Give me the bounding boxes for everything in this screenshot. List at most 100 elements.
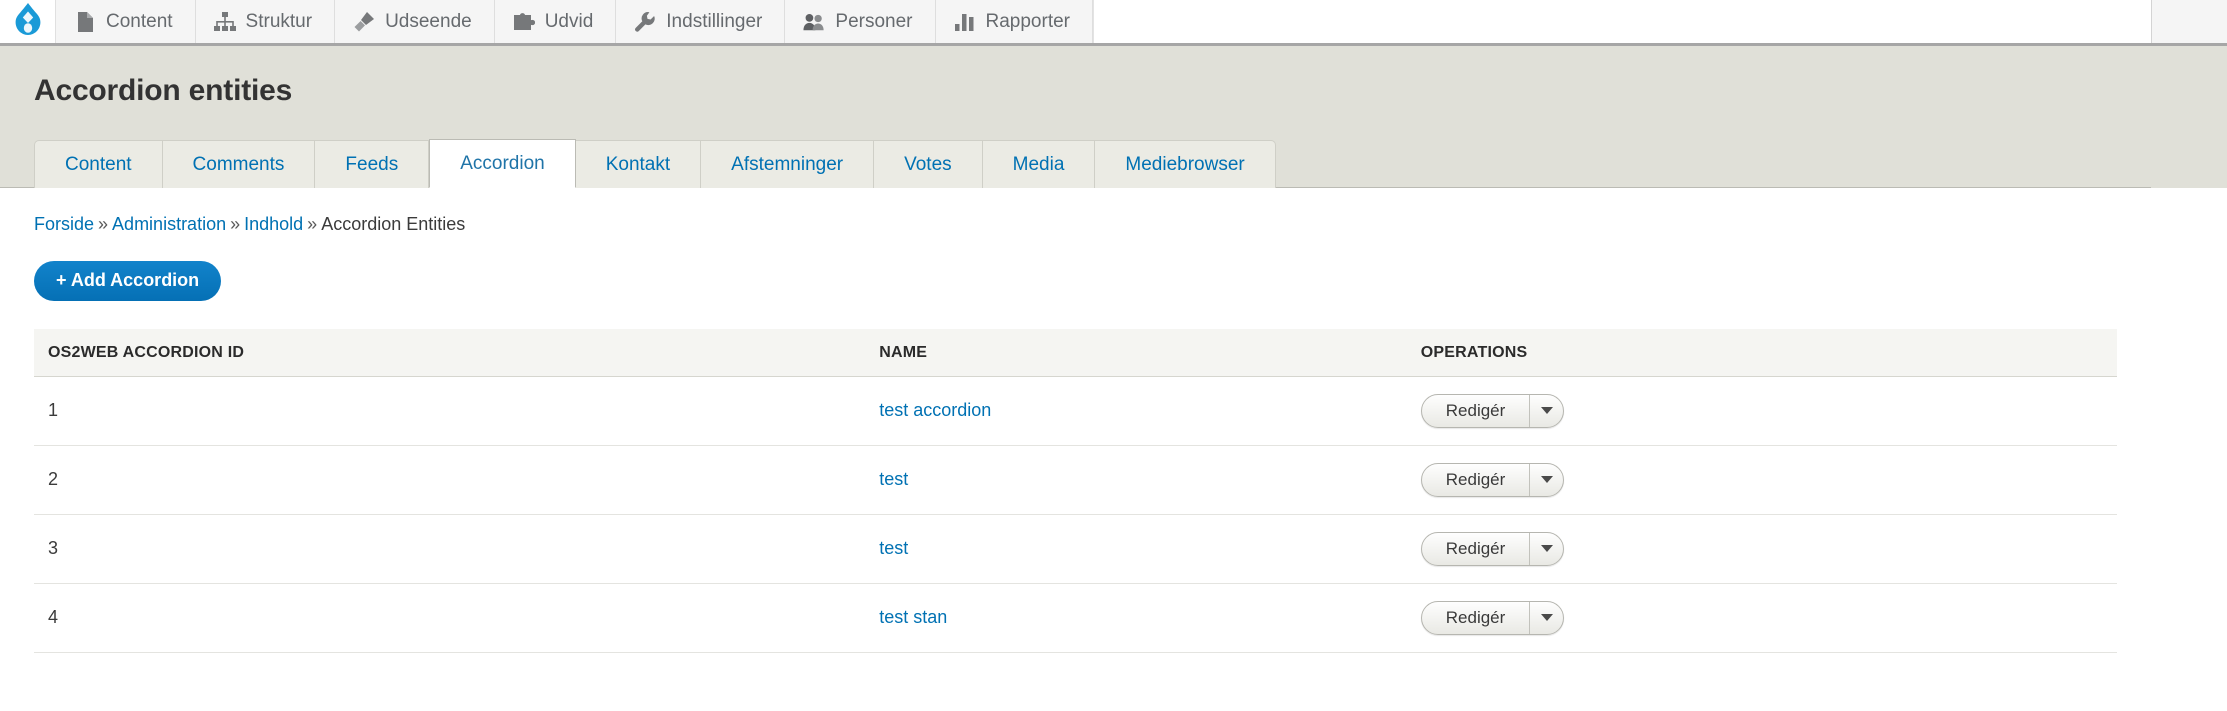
toolbar-spacer	[1093, 0, 2151, 43]
edit-button[interactable]: Redigér	[1422, 464, 1530, 496]
toolbar-item-label: Rapporter	[986, 11, 1071, 33]
toolbar-item-label: Personer	[835, 11, 912, 33]
tab-kontakt[interactable]: Kontakt	[576, 140, 701, 188]
toolbar-item-label: Udseende	[385, 11, 472, 33]
cell-name: test stan	[867, 583, 1409, 652]
chevron-down-icon	[1541, 614, 1553, 621]
main-content: Forside»Administration»Indhold»Accordion…	[0, 188, 2227, 653]
tab-label: Accordion	[460, 153, 545, 174]
paintbrush-icon	[353, 11, 375, 33]
tab-label: Votes	[904, 154, 952, 175]
column-header-operations: OPERATIONS	[1409, 329, 2117, 377]
tab-afstemninger[interactable]: Afstemninger	[701, 140, 874, 188]
accordion-entities-table: OS2WEB ACCORDION ID NAME OPERATIONS 1 tes…	[34, 329, 2117, 653]
operations-dropbutton: Redigér	[1421, 532, 1565, 566]
tab-feeds[interactable]: Feeds	[315, 140, 429, 188]
toolbar-item-label: Indstillinger	[666, 11, 762, 33]
bar-chart-icon	[954, 11, 976, 33]
breadcrumb-separator: »	[303, 214, 321, 234]
tab-label: Feeds	[345, 154, 398, 175]
column-header-id: OS2WEB ACCORDION ID	[34, 329, 867, 377]
table-header-row: OS2WEB ACCORDION ID NAME OPERATIONS	[34, 329, 2117, 377]
cell-operations: Redigér	[1409, 514, 2117, 583]
tab-label: Kontakt	[606, 154, 670, 175]
operations-dropbutton: Redigér	[1421, 463, 1565, 497]
tab-label: Mediebrowser	[1125, 154, 1244, 175]
people-icon	[803, 11, 825, 33]
edit-button[interactable]: Redigér	[1422, 602, 1530, 634]
cell-operations: Redigér	[1409, 445, 2117, 514]
breadcrumb-link-forside[interactable]: Forside	[34, 214, 94, 234]
breadcrumb-link-administration[interactable]: Administration	[112, 214, 226, 234]
operations-toggle-button[interactable]	[1529, 533, 1563, 565]
chevron-down-icon	[1541, 407, 1553, 414]
wrench-icon	[634, 11, 656, 33]
toolbar-item-udvid[interactable]: Udvid	[495, 0, 617, 43]
tab-media[interactable]: Media	[983, 140, 1096, 188]
toolbar-item-label: Struktur	[246, 11, 313, 33]
tab-content[interactable]: Content	[34, 140, 163, 188]
table-row: 4 test stan Redigér	[34, 583, 2117, 652]
cell-accordion-id: 2	[34, 445, 867, 514]
cell-name: test accordion	[867, 376, 1409, 445]
table-row: 2 test Redigér	[34, 445, 2117, 514]
sitemap-icon	[214, 11, 236, 33]
drupal-logo-icon	[15, 2, 41, 41]
cell-operations: Redigér	[1409, 376, 2117, 445]
tab-label: Comments	[193, 154, 285, 175]
drupal-logo-button[interactable]	[0, 0, 56, 43]
accordion-name-link[interactable]: test	[879, 538, 908, 558]
add-accordion-button[interactable]: + Add Accordion	[34, 261, 221, 301]
table-row: 1 test accordion Redigér	[34, 376, 2117, 445]
toolbar-item-rapporter[interactable]: Rapporter	[936, 0, 1094, 43]
page-header-band: Accordion entities Content Comments Feeds A…	[0, 46, 2227, 188]
toolbar-item-content[interactable]: Content	[56, 0, 196, 43]
operations-toggle-button[interactable]	[1529, 395, 1563, 427]
breadcrumb-link-indhold[interactable]: Indhold	[244, 214, 303, 234]
cell-accordion-id: 3	[34, 514, 867, 583]
tab-accordion[interactable]: Accordion	[429, 139, 576, 188]
toolbar-item-label: Udvid	[545, 11, 594, 33]
toolbar-item-personer[interactable]: Personer	[785, 0, 935, 43]
admin-toolbar: Content Struktur	[0, 0, 2227, 46]
edit-button[interactable]: Redigér	[1422, 395, 1530, 427]
column-header-name: NAME	[867, 329, 1409, 377]
accordion-name-link[interactable]: test accordion	[879, 400, 991, 420]
toolbar-right-edge	[2151, 0, 2227, 43]
page-title: Accordion entities	[34, 74, 2193, 108]
breadcrumb-separator: »	[226, 214, 244, 234]
cell-operations: Redigér	[1409, 583, 2117, 652]
operations-dropbutton: Redigér	[1421, 394, 1565, 428]
tab-label: Media	[1013, 154, 1065, 175]
chevron-down-icon	[1541, 545, 1553, 552]
cell-accordion-id: 4	[34, 583, 867, 652]
toolbar-menu: Content Struktur	[56, 0, 1093, 43]
file-icon	[74, 11, 96, 33]
toolbar-item-label: Content	[106, 11, 173, 33]
tab-label: Content	[65, 154, 132, 175]
operations-dropbutton: Redigér	[1421, 601, 1565, 635]
breadcrumb: Forside»Administration»Indhold»Accordion…	[34, 214, 2117, 235]
cell-accordion-id: 1	[34, 376, 867, 445]
operations-toggle-button[interactable]	[1529, 602, 1563, 634]
chevron-down-icon	[1541, 476, 1553, 483]
operations-toggle-button[interactable]	[1529, 464, 1563, 496]
table-header: OS2WEB ACCORDION ID NAME OPERATIONS	[34, 329, 2117, 377]
puzzle-icon	[513, 11, 535, 33]
tab-comments[interactable]: Comments	[163, 140, 316, 188]
cell-name: test	[867, 514, 1409, 583]
breadcrumb-current: Accordion Entities	[321, 214, 465, 234]
toolbar-item-indstillinger[interactable]: Indstillinger	[616, 0, 785, 43]
toolbar-item-udseende[interactable]: Udseende	[335, 0, 495, 43]
accordion-name-link[interactable]: test	[879, 469, 908, 489]
edit-button[interactable]: Redigér	[1422, 533, 1530, 565]
toolbar-item-struktur[interactable]: Struktur	[196, 0, 336, 43]
primary-tabs: Content Comments Feeds Accordion Kontakt Afst…	[0, 138, 2151, 188]
table-row: 3 test Redigér	[34, 514, 2117, 583]
accordion-name-link[interactable]: test stan	[879, 607, 947, 627]
cell-name: test	[867, 445, 1409, 514]
breadcrumb-separator: »	[94, 214, 112, 234]
tab-mediebrowser[interactable]: Mediebrowser	[1095, 140, 1275, 188]
tab-label: Afstemninger	[731, 154, 843, 175]
tab-votes[interactable]: Votes	[874, 140, 983, 188]
